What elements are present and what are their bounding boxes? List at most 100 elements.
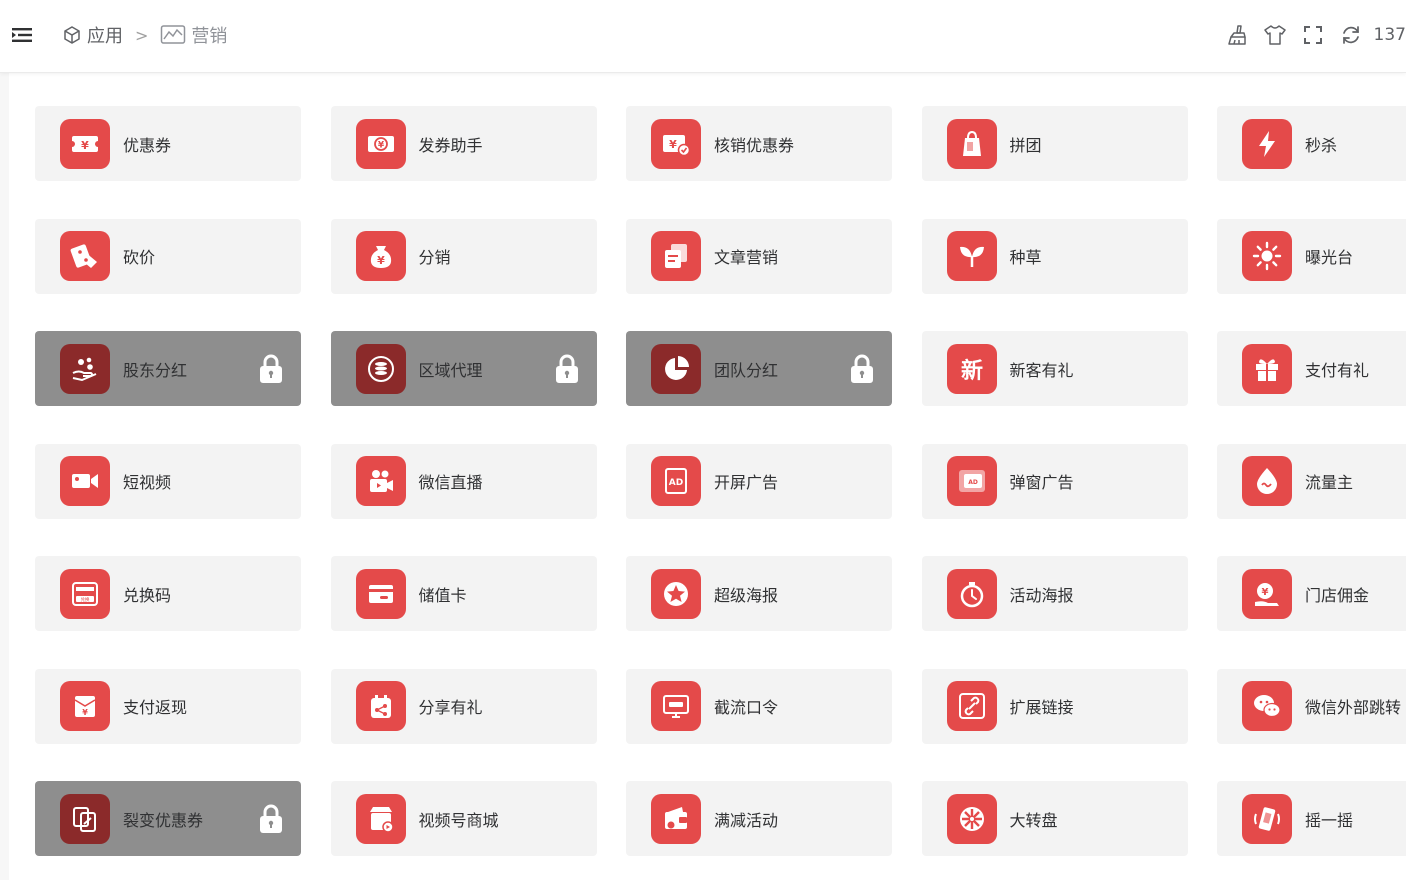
app-card-label: 支付返现 bbox=[123, 698, 188, 717]
svg-text:新: 新 bbox=[960, 358, 982, 384]
app-card[interactable]: 微信直播 bbox=[330, 443, 597, 519]
breadcrumb: 应用 > 营销 bbox=[62, 20, 227, 50]
app-card-label: 微信直播 bbox=[418, 473, 483, 492]
article-icon bbox=[651, 231, 701, 281]
svg-text:¥: ¥ bbox=[377, 140, 384, 150]
coupon-verify-icon: ¥ bbox=[651, 118, 701, 169]
app-card[interactable]: 活动海报 bbox=[921, 556, 1188, 631]
app-card[interactable]: 短视频 bbox=[35, 443, 301, 519]
lock-icon bbox=[848, 353, 876, 385]
app-card[interactable]: 流量主 bbox=[1217, 443, 1406, 519]
app-card[interactable]: 新 新客有礼 bbox=[921, 331, 1188, 406]
fullscreen-icon[interactable] bbox=[1294, 20, 1332, 50]
wechat-icon bbox=[1242, 681, 1292, 731]
share-gift-icon bbox=[355, 681, 406, 731]
fission-coupon-icon bbox=[60, 793, 110, 844]
app-card[interactable]: 区域代理 bbox=[330, 331, 597, 406]
app-card-label: 满减活动 bbox=[714, 810, 779, 830]
distribution-icon: ¥ bbox=[355, 231, 406, 281]
app-card[interactable]: 团队分红 bbox=[626, 331, 892, 406]
app-card-label: 截流口令 bbox=[714, 698, 779, 717]
popup-ad-icon: AD bbox=[946, 456, 997, 506]
app-card[interactable]: AD 弹窗广告 bbox=[921, 443, 1188, 519]
app-card[interactable]: 超级海报 bbox=[626, 556, 892, 631]
app-card-label: 新客有礼 bbox=[1009, 360, 1074, 380]
app-card-label: 团队分红 bbox=[714, 360, 779, 380]
app-card[interactable]: 拼团 bbox=[921, 106, 1188, 181]
app-card-label: 摇一摇 bbox=[1305, 810, 1354, 830]
live-stream-icon bbox=[355, 456, 406, 506]
cashback-envelope-icon: ¥ bbox=[60, 681, 110, 731]
new-customer-icon: 新 bbox=[946, 343, 997, 394]
app-card[interactable]: ¥ 门店佣金 bbox=[1217, 556, 1406, 631]
app-card[interactable]: 截流口令 bbox=[626, 668, 892, 744]
main-content: ¥ 优惠券 ¥ 发券助手 ¥ 核销优惠券 拼团 秒杀砍价 ¥ 分销 文章营销 种草 曝光台股东分红 区域… bbox=[0, 73, 1406, 880]
tshirt-icon[interactable] bbox=[1256, 20, 1294, 50]
password-screen-icon bbox=[651, 681, 701, 731]
app-card[interactable]: 视频号商城 bbox=[330, 781, 597, 856]
app-card[interactable]: 分享有礼 bbox=[330, 668, 597, 744]
app-card[interactable]: 大转盘 bbox=[921, 781, 1188, 856]
app-card[interactable]: 扩展链接 bbox=[921, 668, 1188, 744]
traffic-drop-icon bbox=[1242, 456, 1292, 506]
app-card-label: 裂变优惠券 bbox=[123, 810, 204, 830]
video-mall-icon bbox=[355, 793, 406, 844]
redeem-code-icon: 兑换 bbox=[60, 568, 110, 619]
broom-icon[interactable] bbox=[1218, 20, 1256, 50]
app-card[interactable]: 曝光台 bbox=[1217, 218, 1406, 294]
shareholder-icon bbox=[60, 343, 110, 394]
top-bar: 应用 > 营销 137 bbox=[0, 0, 1406, 73]
app-card[interactable]: 砍价 bbox=[35, 218, 301, 294]
sun-icon bbox=[1242, 231, 1292, 281]
app-card[interactable]: 兑换 兑换码 bbox=[35, 556, 301, 631]
app-card-label: 储值卡 bbox=[418, 585, 467, 605]
app-card[interactable]: 储值卡 bbox=[330, 556, 597, 631]
app-card-label: 分销 bbox=[418, 248, 451, 267]
app-card-label: 发券助手 bbox=[418, 135, 483, 155]
gift-icon bbox=[1242, 343, 1292, 394]
svg-text:¥: ¥ bbox=[81, 139, 89, 152]
region-agent-icon bbox=[355, 343, 406, 394]
app-card[interactable]: 文章营销 bbox=[626, 218, 892, 294]
app-card[interactable]: 满减活动 bbox=[626, 781, 892, 856]
app-card-label: 核销优惠券 bbox=[714, 135, 795, 155]
marketing-chart-icon bbox=[160, 24, 186, 46]
user-id[interactable]: 137 bbox=[1370, 25, 1406, 45]
app-card[interactable]: 裂变优惠券 bbox=[35, 781, 301, 856]
link-icon bbox=[946, 681, 997, 731]
lock-icon bbox=[257, 803, 285, 835]
menu-toggle-icon[interactable] bbox=[12, 24, 34, 46]
app-card-label: 微信外部跳转 bbox=[1305, 698, 1402, 717]
breadcrumb-item-apps[interactable]: 应用 bbox=[62, 22, 123, 48]
app-card[interactable]: 微信外部跳转 bbox=[1217, 668, 1406, 744]
app-card[interactable]: ¥ 优惠券 bbox=[35, 106, 301, 181]
bargain-icon bbox=[60, 231, 110, 281]
app-card[interactable]: 支付有礼 bbox=[1217, 331, 1406, 406]
app-card[interactable]: 种草 bbox=[921, 218, 1188, 294]
discount-wallet-icon bbox=[651, 793, 701, 844]
marketing-app-grid: ¥ 优惠券 ¥ 发券助手 ¥ 核销优惠券 拼团 秒杀砍价 ¥ 分销 文章营销 种草 曝光台股东分红 区域… bbox=[35, 106, 1406, 856]
app-card-label: 曝光台 bbox=[1305, 248, 1354, 267]
app-card[interactable]: ¥ 核销优惠券 bbox=[626, 106, 892, 181]
cube-icon bbox=[62, 25, 82, 45]
group-buy-icon bbox=[946, 118, 997, 169]
svg-text:兑换: 兑换 bbox=[81, 596, 90, 603]
app-card-label: 超级海报 bbox=[714, 585, 779, 605]
app-card[interactable]: AD 开屏广告 bbox=[626, 443, 892, 519]
stopwatch-icon bbox=[946, 568, 997, 619]
app-card[interactable]: 股东分红 bbox=[35, 331, 301, 406]
app-card[interactable]: 摇一摇 bbox=[1217, 781, 1406, 856]
app-card[interactable]: ¥ 发券助手 bbox=[330, 106, 597, 181]
svg-text:¥: ¥ bbox=[669, 138, 677, 151]
app-card-label: 弹窗广告 bbox=[1009, 473, 1074, 492]
app-card-label: 区域代理 bbox=[418, 360, 483, 380]
app-card[interactable]: ¥ 分销 bbox=[330, 218, 597, 294]
app-card[interactable]: ¥ 支付返现 bbox=[35, 668, 301, 744]
app-card-label: 活动海报 bbox=[1009, 585, 1074, 605]
star-poster-icon bbox=[651, 568, 701, 619]
app-card-label: 开屏广告 bbox=[714, 473, 779, 492]
sprout-icon bbox=[946, 231, 997, 281]
app-card-label: 优惠券 bbox=[123, 135, 172, 155]
app-card[interactable]: 秒杀 bbox=[1217, 106, 1406, 181]
refresh-icon[interactable] bbox=[1332, 20, 1370, 50]
